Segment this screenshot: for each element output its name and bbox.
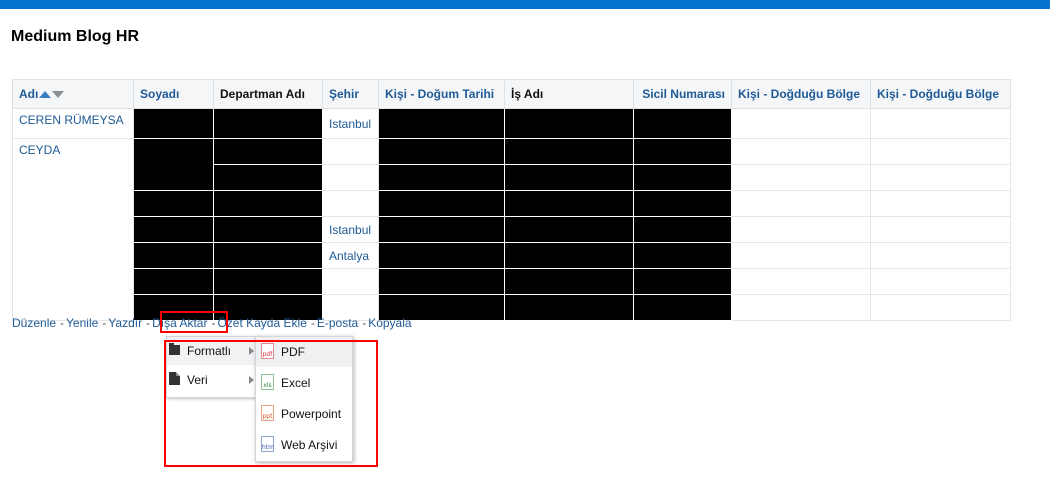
redacted-cell	[504, 164, 634, 191]
sort-descending-icon[interactable]	[52, 91, 65, 99]
table-row: Istanbul	[13, 216, 1011, 243]
sort-icon[interactable]	[39, 91, 65, 99]
redacted-cell	[504, 190, 634, 217]
link-separator: -	[146, 316, 151, 330]
redacted-cell	[133, 242, 214, 269]
column-header-dogum-tarihi[interactable]: Kişi - Doğum Tarihi	[378, 79, 505, 109]
redacted-cell	[633, 190, 732, 217]
redacted-cell	[504, 242, 634, 269]
empty-cell	[870, 216, 1011, 243]
redacted-cell	[378, 164, 505, 191]
column-header-dogdugu-bolge[interactable]: Kişi - Doğduğu Bölge	[731, 79, 871, 109]
column-header-sehir[interactable]: Şehir	[322, 79, 379, 109]
link-separator: -	[310, 316, 315, 330]
empty-cell	[731, 216, 871, 243]
empty-cell	[731, 268, 871, 295]
export-link-highlight	[160, 311, 228, 333]
email-link[interactable]: E-posta	[317, 316, 358, 330]
sort-ascending-icon[interactable]	[39, 91, 52, 99]
redacted-cell	[633, 216, 732, 243]
empty-cell	[870, 190, 1011, 217]
link-separator: -	[362, 316, 367, 330]
redacted-cell	[213, 190, 323, 217]
page-title: Medium Blog HR	[11, 28, 139, 45]
redacted-cell	[133, 108, 214, 139]
empty-cell	[870, 108, 1011, 139]
redacted-cell	[133, 190, 214, 217]
city-cell[interactable]: Istanbul	[322, 216, 379, 243]
redacted-cell	[133, 138, 214, 191]
empty-cell	[870, 164, 1011, 191]
redacted-cell	[633, 138, 732, 165]
redacted-cell	[378, 242, 505, 269]
redacted-cell	[378, 216, 505, 243]
table-row: Antalya	[13, 242, 1011, 269]
redacted-cell	[504, 216, 634, 243]
copy-link[interactable]: Kopyala	[368, 316, 411, 330]
column-header-departman-adi[interactable]: Departman Adı	[213, 79, 323, 109]
empty-cell	[870, 242, 1011, 269]
redacted-cell	[504, 268, 634, 295]
empty-cell	[731, 294, 871, 321]
redacted-cell	[504, 294, 634, 321]
link-separator: -	[60, 316, 65, 330]
redacted-cell	[213, 138, 323, 165]
redacted-cell	[213, 242, 323, 269]
redacted-cell	[213, 268, 323, 295]
redacted-cell	[378, 190, 505, 217]
top-accent-bar	[0, 0, 1050, 9]
refresh-link[interactable]: Yenile	[66, 316, 98, 330]
empty-cell	[322, 190, 379, 217]
city-cell[interactable]: Antalya	[322, 242, 379, 269]
redacted-cell	[213, 164, 323, 191]
table-row: CEREN RÜMEYSA Istanbul	[12, 108, 1011, 139]
empty-cell	[322, 138, 379, 165]
redacted-cell	[633, 268, 732, 295]
table-row	[13, 190, 1011, 217]
empty-cell	[870, 268, 1011, 295]
link-separator: -	[102, 316, 107, 330]
empty-cell	[731, 164, 871, 191]
redacted-cell	[378, 138, 505, 165]
city-cell[interactable]: Istanbul	[322, 108, 379, 139]
table-row: CEYDA	[12, 138, 1011, 321]
redacted-cell	[504, 108, 634, 139]
redacted-cell	[133, 216, 214, 243]
empty-cell	[731, 242, 871, 269]
redacted-cell	[213, 108, 323, 139]
redacted-cell	[378, 268, 505, 295]
empty-cell	[731, 108, 871, 139]
print-link[interactable]: Yazdır	[108, 316, 142, 330]
add-to-briefing-book-link[interactable]: Özet Kayda Ekle	[217, 316, 306, 330]
empty-cell	[322, 164, 379, 191]
redacted-cell	[633, 164, 732, 191]
submenu-highlight	[164, 340, 378, 467]
empty-cell	[731, 190, 871, 217]
name-cell[interactable]: CEREN RÜMEYSA	[12, 108, 134, 139]
redacted-cell	[633, 108, 732, 139]
redacted-cell	[213, 216, 323, 243]
redacted-cell	[378, 108, 505, 139]
redacted-cell	[133, 268, 214, 295]
column-header-adi[interactable]: Adı	[12, 79, 134, 109]
empty-cell	[731, 138, 871, 165]
table-row	[13, 268, 1011, 295]
table-header-row: Adı Soyadı Departman Adı Şehir Kişi - Do…	[12, 79, 1011, 109]
redacted-cell	[504, 138, 634, 165]
column-header-dogdugu-bolge-2[interactable]: Kişi - Doğduğu Bölge	[870, 79, 1011, 109]
redacted-cell	[633, 242, 732, 269]
column-header-is-adi[interactable]: İş Adı	[504, 79, 634, 109]
redacted-cell	[633, 294, 732, 321]
empty-cell	[870, 138, 1011, 165]
column-header-sicil-numarasi[interactable]: Sicil Numarası	[633, 79, 732, 109]
empty-cell	[870, 294, 1011, 321]
empty-cell	[322, 268, 379, 295]
name-cell[interactable]: CEYDA	[12, 138, 134, 321]
edit-link[interactable]: Düzenle	[12, 316, 56, 330]
report-table: Adı Soyadı Departman Adı Şehir Kişi - Do…	[12, 79, 1011, 321]
column-header-soyadi[interactable]: Soyadı	[133, 79, 214, 109]
